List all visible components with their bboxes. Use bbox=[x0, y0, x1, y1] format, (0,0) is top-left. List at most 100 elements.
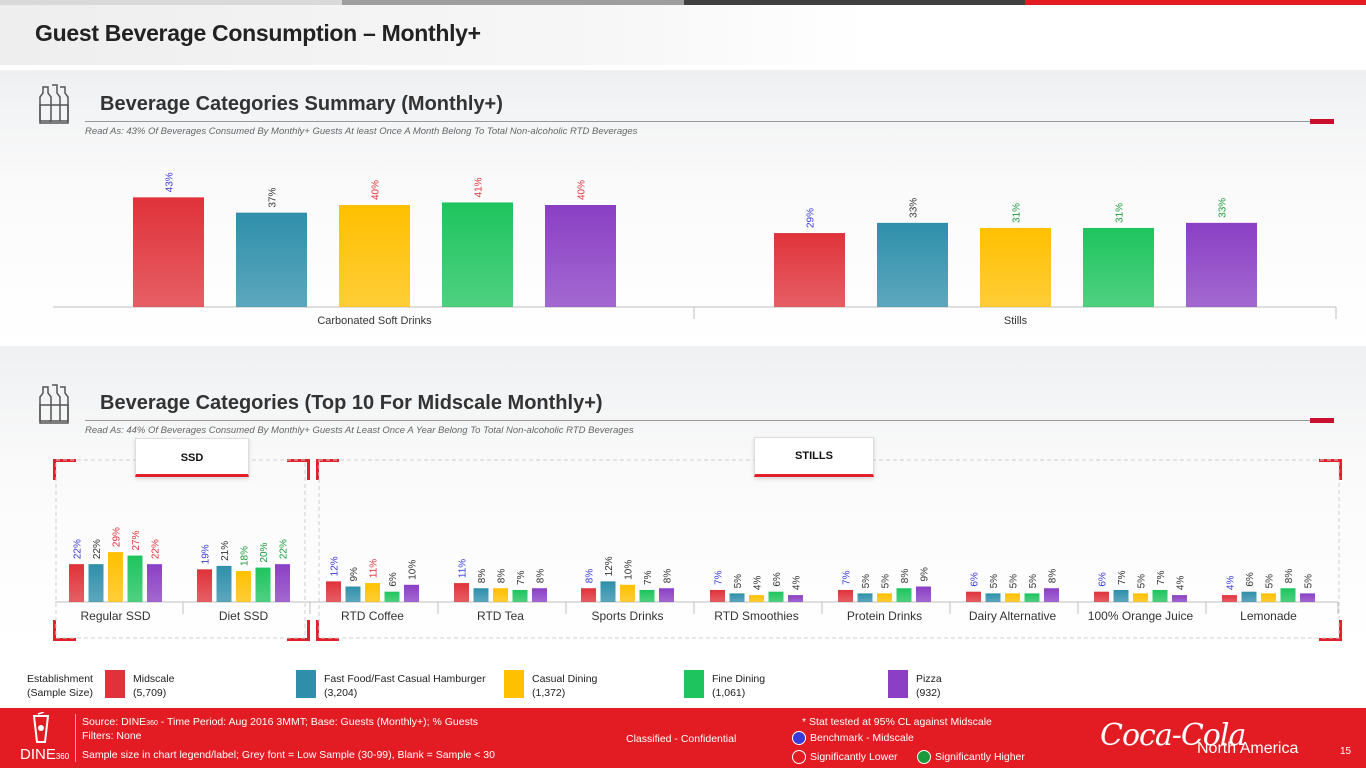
bar-chart2-0-2 bbox=[108, 552, 123, 602]
bar-chart2-5-1 bbox=[729, 593, 745, 602]
data-label: 5% bbox=[1137, 574, 1148, 589]
bar-chart2-8-4 bbox=[1172, 595, 1187, 602]
data-label: 8% bbox=[497, 569, 508, 584]
data-label: 5% bbox=[1009, 574, 1020, 589]
footer-source: Source: DINE360 - Time Period: Aug 2016 … bbox=[82, 716, 478, 728]
bar-chart2-0-0 bbox=[69, 564, 84, 602]
top10-bar-chart: 22% 22% 29% 27% 22% Regular SSD 19% 21% 18% 20% 22… bbox=[55, 527, 1339, 623]
footer-separator bbox=[75, 714, 76, 762]
data-label: 8% bbox=[663, 569, 674, 584]
bar-chart2-2-0 bbox=[326, 581, 341, 602]
legend-swatch bbox=[888, 670, 908, 698]
data-label: 8% bbox=[477, 569, 488, 584]
bar-chart2-7-2 bbox=[1005, 593, 1020, 602]
data-label: 21% bbox=[220, 541, 231, 561]
data-label: 5% bbox=[1028, 574, 1039, 589]
data-label: 6% bbox=[970, 572, 981, 587]
data-label: 7% bbox=[1117, 570, 1128, 585]
data-label: 12% bbox=[604, 556, 615, 576]
data-label: 7% bbox=[842, 570, 853, 585]
data-label: 8% bbox=[1048, 569, 1059, 584]
data-label: 5% bbox=[861, 574, 872, 589]
data-label: 9% bbox=[920, 567, 931, 582]
bar-chart2-8-1 bbox=[1113, 589, 1129, 602]
data-label: 4% bbox=[753, 576, 764, 591]
category-label: Lemonade bbox=[1240, 609, 1297, 623]
data-label: 5% bbox=[733, 574, 744, 589]
bar-chart2-7-1 bbox=[985, 593, 1001, 602]
data-label: 29% bbox=[112, 527, 123, 547]
data-label: 4% bbox=[1226, 576, 1237, 591]
data-label: 7% bbox=[714, 570, 725, 585]
bar-chart2-7-3 bbox=[1024, 593, 1040, 602]
bar-chart2-9-3 bbox=[1280, 588, 1296, 602]
page-number: 15 bbox=[1340, 746, 1352, 757]
bar-chart2-5-0 bbox=[710, 589, 725, 602]
bar-chart2-1-2 bbox=[236, 571, 251, 602]
bar-chart2-6-4 bbox=[916, 586, 931, 602]
legend-swatch bbox=[296, 670, 316, 698]
data-label: 6% bbox=[1098, 572, 1109, 587]
bar-chart2-0-4 bbox=[147, 564, 162, 602]
data-label: 8% bbox=[900, 569, 911, 584]
data-label: 18% bbox=[240, 546, 251, 566]
data-label: 11% bbox=[458, 559, 469, 578]
data-label: 20% bbox=[259, 542, 270, 562]
footer-stat-note: * Stat tested at 95% CL against Midscale bbox=[802, 716, 992, 728]
benchmark-circle-icon bbox=[792, 731, 806, 745]
sig-higher-circle-icon bbox=[917, 750, 931, 764]
footer-benchmark: Benchmark - Midscale bbox=[792, 731, 914, 745]
data-label: 6% bbox=[772, 572, 783, 587]
category-label: Sports Drinks bbox=[591, 609, 663, 623]
bar-chart2-1-0 bbox=[197, 569, 212, 602]
bar-chart2-2-1 bbox=[345, 586, 361, 602]
bar-chart2-3-2 bbox=[493, 588, 508, 602]
data-label: 7% bbox=[643, 570, 654, 585]
data-label: 4% bbox=[792, 576, 803, 591]
footer-classified: Classified - Confidential bbox=[626, 733, 737, 745]
data-label: 22% bbox=[73, 539, 84, 559]
data-label: 5% bbox=[989, 574, 1000, 589]
bar-chart2-0-1 bbox=[88, 564, 104, 602]
bar-chart2-4-4 bbox=[659, 588, 674, 602]
brand-region: North America bbox=[1197, 740, 1299, 757]
category-label: 100% Orange Juice bbox=[1088, 609, 1194, 623]
data-label: 8% bbox=[585, 569, 596, 584]
bar-chart2-9-0 bbox=[1222, 595, 1237, 602]
bar-chart2-3-0 bbox=[454, 583, 469, 602]
category-label: RTD Tea bbox=[477, 609, 524, 623]
bar-chart2-0-3 bbox=[127, 555, 143, 602]
bar-chart2-1-1 bbox=[216, 565, 232, 602]
data-label: 12% bbox=[330, 556, 341, 576]
data-label: 22% bbox=[92, 539, 103, 559]
bar-chart2-3-1 bbox=[473, 588, 489, 602]
data-label: 10% bbox=[624, 560, 635, 580]
bar-chart2-9-4 bbox=[1300, 593, 1315, 602]
data-label: 8% bbox=[1284, 569, 1295, 584]
data-label: 10% bbox=[408, 560, 419, 580]
sig-lower-circle-icon bbox=[792, 750, 806, 764]
bar-chart2-4-1 bbox=[600, 581, 616, 602]
bar-chart2-1-3 bbox=[255, 567, 271, 602]
bar-chart2-6-3 bbox=[896, 588, 912, 602]
bar-chart2-9-2 bbox=[1261, 593, 1276, 602]
data-label: 6% bbox=[388, 572, 399, 587]
data-label: 5% bbox=[1304, 574, 1315, 589]
data-label: 8% bbox=[536, 569, 547, 584]
bar-chart2-1-4 bbox=[275, 564, 290, 602]
category-label: RTD Coffee bbox=[341, 609, 404, 623]
footer-sig-higher: Significantly Higher bbox=[917, 750, 1025, 764]
bar-chart2-4-2 bbox=[620, 584, 635, 602]
category-label: Protein Drinks bbox=[847, 609, 922, 623]
category-label: RTD Smoothies bbox=[714, 609, 798, 623]
legend-swatch bbox=[684, 670, 704, 698]
footer-sample-note: Sample size in chart legend/label; Grey … bbox=[82, 749, 495, 761]
category-label: Dairy Alternative bbox=[969, 609, 1057, 623]
bar-chart2-2-4 bbox=[404, 584, 419, 602]
data-label: 7% bbox=[1156, 570, 1167, 585]
data-label: 6% bbox=[1245, 572, 1256, 587]
footer-sig-lower: Significantly Lower bbox=[792, 750, 898, 764]
dine360-glass-icon bbox=[32, 711, 50, 743]
bar-chart2-7-0 bbox=[966, 591, 981, 602]
bar-chart2-4-3 bbox=[639, 589, 655, 602]
